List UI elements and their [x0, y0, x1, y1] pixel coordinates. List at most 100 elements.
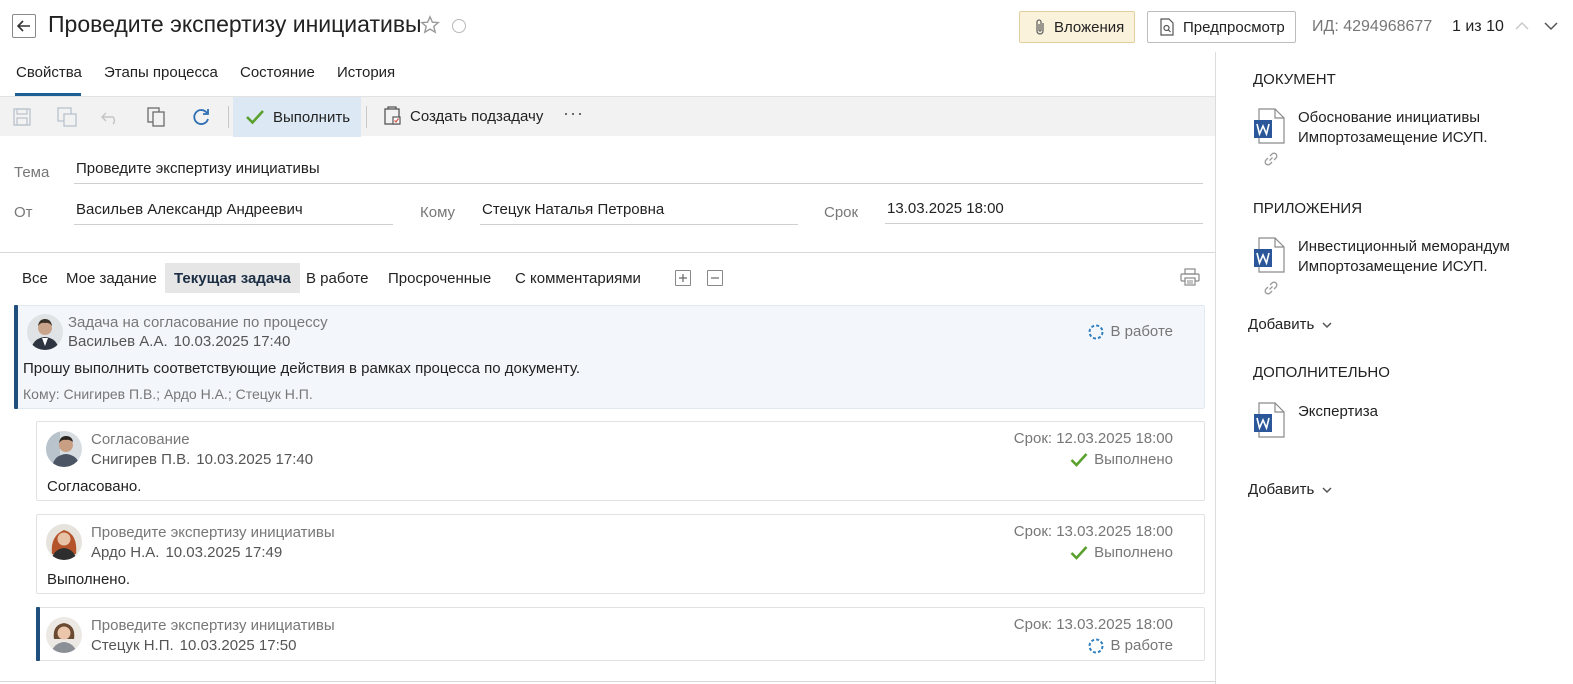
- task-card[interactable]: Задача на согласование по процессу Васил…: [14, 305, 1205, 409]
- attachment-item[interactable]: Инвестиционный меморандум Импортозамещен…: [1253, 237, 1553, 277]
- status-circle-icon[interactable]: [452, 19, 466, 33]
- task-type: Проведите экспертизу инициативы: [91, 524, 335, 541]
- more-actions-button[interactable]: ···: [563, 103, 584, 124]
- add-additional-button[interactable]: Добавить: [1248, 481, 1332, 498]
- in-progress-icon: [1088, 324, 1104, 339]
- create-subtask-button[interactable]: Создать подзадачу: [384, 106, 543, 126]
- word-document-icon: [1253, 108, 1285, 148]
- task-type: Задача на согласование по процессу: [68, 314, 328, 331]
- from-label: От: [14, 204, 33, 221]
- copy-icon[interactable]: [146, 107, 166, 127]
- document-heading: ДОКУМЕНТ: [1253, 71, 1336, 88]
- filter-with-comments[interactable]: С комментариями: [515, 263, 641, 293]
- task-datetime: 10.03.2025 17:49: [165, 544, 283, 561]
- tab-bar: Свойства Этапы процесса Состояние Истори…: [0, 52, 1215, 96]
- add-attachment-button[interactable]: Добавить: [1248, 316, 1332, 333]
- collapse-all-button[interactable]: [707, 270, 723, 286]
- task-datetime: 10.03.2025 17:50: [179, 637, 297, 654]
- document-name-line: Обоснование инициативы: [1298, 109, 1481, 126]
- filter-my-task[interactable]: Мое задание: [66, 263, 157, 293]
- task-author: Снигирев П.В. 10.03.2025 17:40: [91, 451, 313, 468]
- preview-button[interactable]: Предпросмотр: [1147, 11, 1296, 43]
- checkmark-icon: [246, 110, 264, 125]
- subtask-icon: [384, 106, 401, 125]
- status-text: В работе: [1110, 323, 1173, 340]
- link-icon[interactable]: [1263, 151, 1279, 171]
- link-icon[interactable]: [1263, 280, 1279, 300]
- filter-all[interactable]: Все: [22, 263, 48, 293]
- filter-in-progress[interactable]: В работе: [306, 263, 369, 293]
- attachment-name-line: Инвестиционный меморандум: [1298, 238, 1510, 255]
- attachment-name-line: Импортозамещение ИСУП.: [1298, 258, 1488, 275]
- task-author-name: Васильев А.А.: [68, 333, 168, 350]
- due-field[interactable]: 13.03.2025 18:00: [885, 200, 1203, 224]
- avatar: [46, 617, 82, 653]
- task-card[interactable]: Проведите экспертизу инициативы Ардо Н.А…: [36, 514, 1205, 594]
- document-name-line: Импортозамещение ИСУП.: [1298, 129, 1488, 146]
- to-label: Кому: [420, 204, 456, 221]
- task-datetime: 10.03.2025 17:40: [173, 333, 291, 350]
- task-author: Ардо Н.А. 10.03.2025 17:49: [91, 544, 282, 561]
- panel-divider: [1215, 52, 1216, 684]
- attachments-button[interactable]: Вложения: [1019, 11, 1135, 43]
- chevron-up-icon[interactable]: [1514, 18, 1530, 38]
- tab-properties[interactable]: Свойства: [16, 64, 82, 81]
- save-and-close-icon[interactable]: [57, 107, 77, 127]
- print-icon[interactable]: [1180, 268, 1200, 290]
- task-type: Проведите экспертизу инициативы: [91, 617, 335, 634]
- task-author: Стецук Н.П. 10.03.2025 17:50: [91, 637, 296, 654]
- task-author-name: Стецук Н.П.: [91, 637, 174, 654]
- to-field[interactable]: Стецук Наталья Петровна: [480, 201, 798, 225]
- create-subtask-label: Создать подзадачу: [410, 107, 544, 125]
- add-label: Добавить: [1248, 481, 1315, 498]
- attachments-heading: ПРИЛОЖЕНИЯ: [1253, 200, 1363, 217]
- tab-process-stages[interactable]: Этапы процесса: [104, 64, 218, 81]
- execute-button[interactable]: Выполнить: [233, 97, 361, 137]
- filter-current-task[interactable]: Текущая задача: [165, 263, 300, 293]
- toolbar-separator: [228, 106, 229, 128]
- task-card[interactable]: Согласование Снигирев П.В. 10.03.2025 17:…: [36, 421, 1205, 501]
- task-type: Согласование: [91, 431, 190, 448]
- tab-history[interactable]: История: [337, 64, 395, 81]
- page-title: Проведите экспертизу инициативы: [48, 11, 422, 37]
- refresh-icon[interactable]: [191, 107, 211, 127]
- toolbar: Выполнить Создать подзадачу ···: [0, 96, 1215, 137]
- subject-field[interactable]: Проведите экспертизу инициативы: [74, 160, 1203, 184]
- from-field[interactable]: Васильев Александр Андреевич: [74, 201, 393, 225]
- additional-heading: ДОПОЛНИТЕЛЬНО: [1253, 364, 1390, 381]
- task-recipients: Кому: Снигирев П.В.; Ардо Н.А.; Стецук Н…: [23, 386, 313, 402]
- status-in-progress: В работе: [1088, 323, 1173, 340]
- header: Проведите экспертизу инициативы Вложения…: [0, 0, 1573, 52]
- checkmark-icon: [1070, 545, 1088, 560]
- undo-icon[interactable]: [101, 107, 121, 127]
- additional-item[interactable]: Экспертиза: [1253, 402, 1553, 442]
- task-due: Срок: 13.03.2025 18:00: [1013, 616, 1173, 633]
- avatar: [46, 431, 82, 467]
- attachments-label: Вложения: [1054, 18, 1125, 36]
- task-due: Срок: 13.03.2025 18:00: [1013, 523, 1173, 540]
- expand-all-button[interactable]: [675, 270, 691, 286]
- status-in-progress: В работе: [1088, 637, 1173, 654]
- add-label: Добавить: [1248, 316, 1315, 333]
- document-item[interactable]: Обоснование инициативы Импортозамещение …: [1253, 108, 1553, 148]
- paperclip-icon: [1036, 19, 1044, 35]
- avatar: [27, 314, 63, 350]
- additional-name: Экспертиза: [1298, 403, 1378, 420]
- task-card[interactable]: Проведите экспертизу инициативы Стецук Н…: [36, 607, 1205, 661]
- chevron-down-icon: [1322, 321, 1332, 328]
- current-task-accent: [36, 607, 40, 661]
- due-label: Срок: [824, 204, 859, 221]
- plus-icon: [679, 274, 687, 282]
- filter-overdue[interactable]: Просроченные: [388, 263, 491, 293]
- chevron-down-icon[interactable]: [1543, 18, 1559, 38]
- avatar: [46, 524, 82, 560]
- current-task-accent: [14, 305, 18, 409]
- save-icon[interactable]: [12, 107, 32, 127]
- tab-state[interactable]: Состояние: [240, 64, 315, 81]
- status-done: Выполнено: [1070, 451, 1173, 468]
- task-text: Выполнено.: [47, 571, 131, 588]
- subject-label: Тема: [14, 164, 50, 181]
- task-author-name: Ардо Н.А.: [91, 544, 160, 561]
- favorite-star-icon[interactable]: [420, 15, 440, 39]
- back-button[interactable]: [12, 14, 36, 38]
